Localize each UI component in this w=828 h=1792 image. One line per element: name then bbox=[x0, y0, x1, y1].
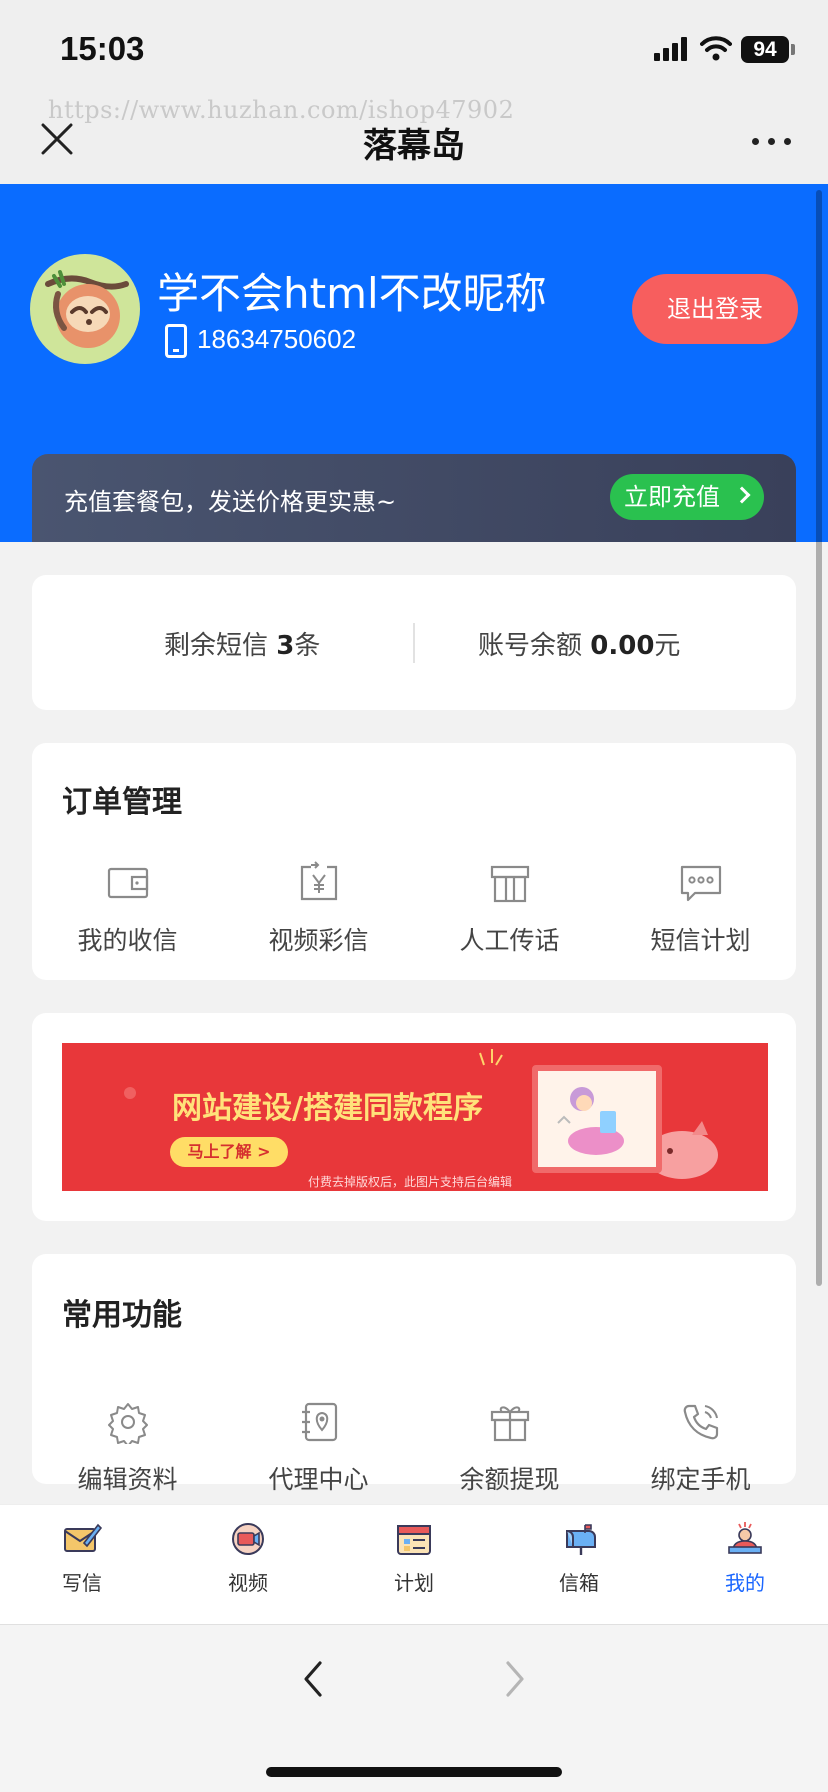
sms-remaining[interactable]: 剩余短信 3条 bbox=[164, 625, 320, 662]
gift-icon bbox=[490, 1406, 529, 1442]
back-arrow-icon[interactable] bbox=[298, 1659, 328, 1699]
browser-toolbar bbox=[0, 1624, 828, 1792]
sms-remaining-label: 剩余短信 bbox=[164, 631, 277, 661]
order-management-title: 订单管理 bbox=[62, 785, 182, 820]
scrollbar[interactable] bbox=[816, 190, 822, 1286]
tab-video[interactable]: 视频 bbox=[188, 1521, 308, 1596]
order-item-label: 人工传话 bbox=[459, 926, 560, 955]
watermark-text: https://www.huzhan.com/ishop47902 bbox=[48, 96, 515, 124]
banner-footnote: 付费去掉版权后，此图片支持后台编辑 bbox=[308, 1175, 513, 1189]
battery-icon: 94 bbox=[741, 36, 789, 63]
mobile-phone-icon bbox=[165, 324, 187, 358]
order-item-my-inbox[interactable]: 我的收信 bbox=[32, 861, 223, 957]
promo-text: 充值套餐包，发送价格更实惠~ bbox=[64, 488, 397, 516]
common-item-withdraw[interactable]: 余额提现 bbox=[414, 1400, 605, 1496]
account-balance-label: 账号余额 bbox=[478, 631, 591, 661]
sloth-avatar-icon bbox=[45, 270, 129, 348]
ad-banner-card: 网站建设/搭建同款程序 马上了解 > 付费去掉版权后，此图片支持后台编辑 bbox=[32, 1013, 796, 1221]
common-item-edit-profile[interactable]: 编辑资料 bbox=[32, 1400, 223, 1496]
phone-call-icon bbox=[683, 1404, 718, 1440]
tab-label: 视频 bbox=[228, 1571, 268, 1595]
tab-write[interactable]: 写信 bbox=[22, 1521, 142, 1596]
recharge-promo-banner: 充值套餐包，发送价格更实惠~ 立即充值 bbox=[32, 454, 796, 542]
order-item-label: 视频彩信 bbox=[268, 926, 369, 955]
common-item-bind-phone[interactable]: 绑定手机 bbox=[605, 1400, 796, 1496]
video-icon bbox=[232, 1523, 264, 1555]
yen-transfer-icon bbox=[300, 861, 337, 901]
bottom-tab-bar: 写信 视频 计划 信箱 我的 bbox=[0, 1504, 828, 1624]
order-item-video-mms[interactable]: 视频彩信 bbox=[223, 861, 414, 957]
banner-illustration bbox=[532, 1065, 662, 1173]
order-item-manual-relay[interactable]: 人工传话 bbox=[414, 861, 605, 957]
tab-mine[interactable]: 我的 bbox=[685, 1521, 805, 1596]
reading-person-illustration bbox=[557, 1087, 624, 1155]
page-title: 落幕岛 bbox=[363, 126, 465, 166]
account-balance-amount: 0.00 bbox=[590, 631, 655, 661]
location-book-icon bbox=[301, 1402, 337, 1442]
home-indicator bbox=[266, 1767, 562, 1777]
common-item-label: 绑定手机 bbox=[650, 1465, 751, 1494]
more-icon[interactable] bbox=[752, 138, 792, 146]
cellular-signal-icon bbox=[654, 37, 688, 61]
ad-banner[interactable]: 网站建设/搭建同款程序 马上了解 > 付费去掉版权后，此图片支持后台编辑 bbox=[62, 1043, 768, 1191]
battery-tip bbox=[791, 44, 795, 55]
tab-label: 我的 bbox=[725, 1571, 765, 1595]
wifi-icon bbox=[700, 36, 732, 61]
balance-card: 剩余短信 3条 账号余额 0.00元 bbox=[32, 575, 796, 710]
account-balance[interactable]: 账号余额 0.00元 bbox=[478, 625, 680, 662]
recharge-button-label: 立即充值 bbox=[624, 483, 720, 511]
sms-remaining-count: 3 bbox=[276, 631, 295, 661]
user-nickname: 学不会html不改昵称 bbox=[157, 269, 547, 318]
phone-number: 18634750602 bbox=[197, 324, 357, 354]
common-functions-title: 常用功能 bbox=[62, 1298, 182, 1333]
status-time: 15:03 bbox=[60, 30, 145, 67]
tab-label: 信箱 bbox=[559, 1571, 599, 1595]
order-management-card: 订单管理 我的收信 视频彩信 人工传话 短信计划 bbox=[32, 743, 796, 980]
common-item-agent-center[interactable]: 代理中心 bbox=[223, 1400, 414, 1496]
write-letter-icon bbox=[64, 1523, 103, 1552]
recharge-button[interactable]: 立即充值 bbox=[610, 474, 764, 520]
gift-box-icon bbox=[490, 865, 529, 903]
chat-bubble-icon bbox=[680, 865, 721, 902]
common-item-label: 代理中心 bbox=[268, 1465, 369, 1494]
gear-icon bbox=[107, 1403, 148, 1447]
order-item-sms-plan[interactable]: 短信计划 bbox=[605, 861, 796, 957]
divider bbox=[413, 623, 415, 663]
tab-plan[interactable]: 计划 bbox=[354, 1521, 474, 1596]
learn-more-button[interactable]: 马上了解 > bbox=[170, 1137, 288, 1167]
tab-label: 写信 bbox=[62, 1571, 102, 1595]
mailbox-icon bbox=[566, 1524, 596, 1555]
tab-mailbox[interactable]: 信箱 bbox=[519, 1521, 639, 1596]
wallet-icon bbox=[107, 867, 148, 899]
profile-icon bbox=[728, 1522, 762, 1554]
order-item-label: 我的收信 bbox=[77, 926, 178, 955]
logout-button[interactable]: 退出登录 bbox=[632, 274, 798, 344]
common-functions-card: 常用功能 编辑资料 代理中心 余额提现 绑定手机 bbox=[32, 1254, 796, 1494]
chevron-right-icon bbox=[733, 486, 751, 504]
account-balance-unit: 元 bbox=[654, 631, 681, 661]
sms-remaining-unit: 条 bbox=[294, 631, 321, 661]
profile-header: 学不会html不改昵称 18634750602 退出登录 充值套餐包，发送价格更… bbox=[0, 184, 828, 542]
forward-arrow-icon[interactable] bbox=[500, 1659, 530, 1699]
common-item-label: 余额提现 bbox=[459, 1465, 560, 1494]
order-item-label: 短信计划 bbox=[650, 926, 751, 955]
tab-label: 计划 bbox=[394, 1571, 434, 1595]
calendar-icon bbox=[397, 1525, 431, 1555]
banner-headline: 网站建设/搭建同款程序 bbox=[172, 1091, 483, 1126]
status-bar: 15:03 94 bbox=[0, 0, 828, 100]
common-item-label: 编辑资料 bbox=[77, 1465, 178, 1494]
avatar[interactable] bbox=[30, 254, 140, 364]
